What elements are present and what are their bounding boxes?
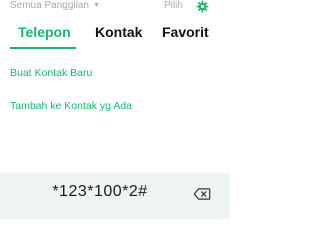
call-filter-dropdown[interactable]: Semua Panggilan ▼: [10, 0, 100, 12]
tab-favorit[interactable]: Favorit: [162, 22, 209, 42]
dialed-number: *123*100*2#: [52, 183, 148, 200]
backspace-icon[interactable]: [193, 188, 211, 200]
active-tab-indicator: [10, 47, 76, 49]
tab-kontak[interactable]: Kontak: [95, 22, 142, 42]
dialer-bar: *123*100*2#: [0, 173, 230, 219]
tab-bar: Telepon Kontak Favorit: [0, 22, 230, 49]
create-contact-link[interactable]: Buat Kontak Baru: [10, 66, 92, 80]
select-button[interactable]: Pilih: [164, 0, 183, 12]
call-filter-label: Semua Panggilan: [10, 0, 89, 11]
chevron-down-icon: ▼: [92, 2, 100, 9]
tab-telepon[interactable]: Telepon: [18, 22, 71, 42]
add-to-existing-contact-link[interactable]: Tambah ke Kontak yg Ada: [10, 99, 132, 113]
top-bar: Semua Panggilan ▼ Pilih: [0, 0, 230, 14]
gear-icon[interactable]: [196, 0, 209, 13]
